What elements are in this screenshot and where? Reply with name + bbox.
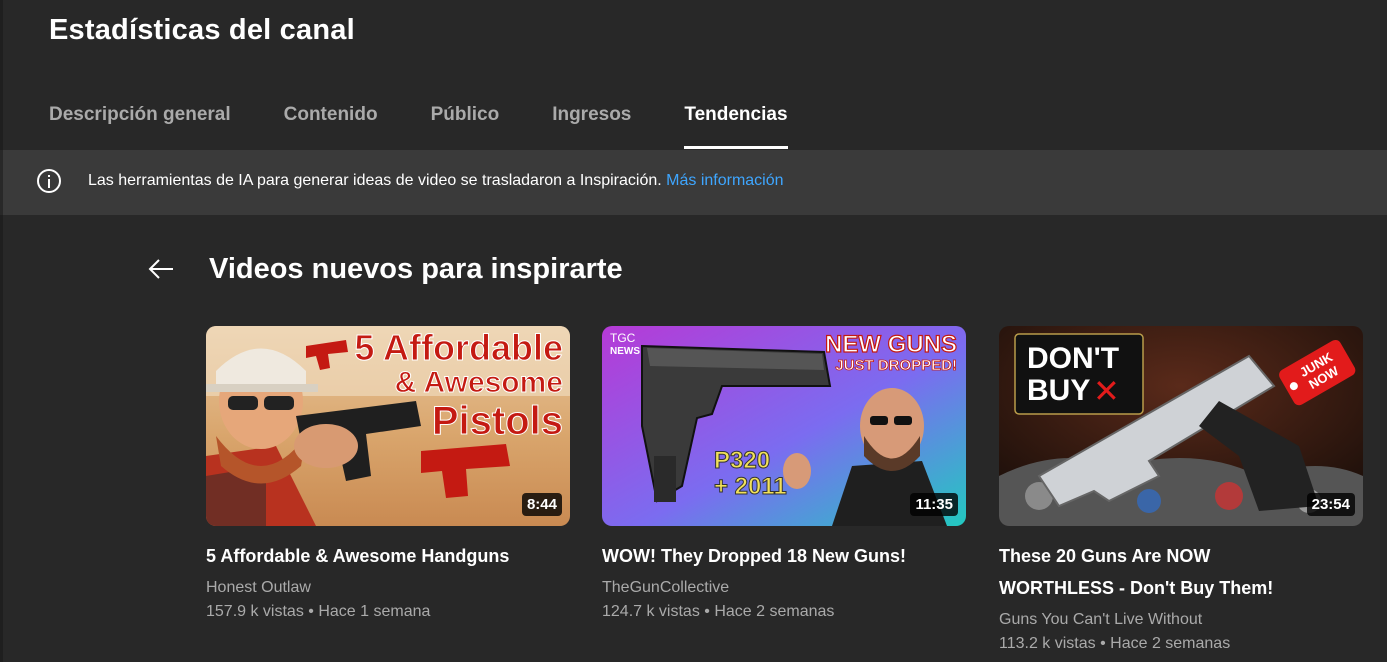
video-meta: 113.2 k vistas • Hace 2 semanas bbox=[999, 635, 1231, 652]
main-content: Videos nuevos para inspirarte 5 Affordab… bbox=[0, 215, 1387, 662]
svg-text:DON'T: DON'T bbox=[1027, 342, 1119, 375]
upload-age: Hace 2 semanas bbox=[714, 603, 835, 620]
svg-text:TGC: TGC bbox=[610, 331, 636, 345]
svg-text:& Awesome: & Awesome bbox=[395, 366, 563, 399]
svg-text:+ 2011: + 2011 bbox=[714, 473, 787, 500]
svg-text:BUY: BUY bbox=[1027, 374, 1090, 407]
video-card[interactable]: DON'T BUY ✕ JUNK NOW 23:54 These 20 Guns… bbox=[999, 326, 1363, 656]
upload-age: Hace 1 semana bbox=[318, 603, 431, 620]
banner-text: Las herramientas de IA para generar idea… bbox=[88, 172, 662, 189]
tab-bar: Descripción general Contenido Público In… bbox=[49, 104, 841, 150]
video-card[interactable]: 5 Affordable & Awesome Pistols 8:44 5 Af… bbox=[206, 326, 570, 624]
channel-name[interactable]: Honest Outlaw bbox=[206, 576, 570, 600]
video-title[interactable]: These 20 Guns Are NOW WORTHLESS - Don't … bbox=[999, 540, 1363, 604]
arrow-left-icon[interactable] bbox=[145, 257, 177, 281]
view-count: 113.2 k vistas bbox=[999, 635, 1096, 652]
svg-text:5 Affordable: 5 Affordable bbox=[354, 327, 563, 368]
video-title-line: These 20 Guns Are NOW bbox=[999, 546, 1211, 566]
tab-publico[interactable]: Público bbox=[431, 104, 500, 150]
info-banner: Las herramientas de IA para generar idea… bbox=[3, 150, 1387, 215]
banner-message: Las herramientas de IA para generar idea… bbox=[88, 172, 784, 190]
section-title: Videos nuevos para inspirarte bbox=[209, 253, 623, 285]
svg-text:NEWS: NEWS bbox=[610, 346, 640, 357]
video-title-line: WORTHLESS - Don't Buy Them! bbox=[999, 578, 1274, 598]
svg-text:JUST DROPPED!: JUST DROPPED! bbox=[835, 357, 957, 374]
svg-text:✕: ✕ bbox=[1093, 372, 1120, 410]
tab-tendencias[interactable]: Tendencias bbox=[684, 104, 788, 150]
tab-contenido[interactable]: Contenido bbox=[284, 104, 378, 150]
view-count: 157.9 k vistas bbox=[206, 603, 304, 620]
svg-text:P320: P320 bbox=[714, 447, 770, 474]
thumbnail-image: 5 Affordable & Awesome Pistols bbox=[206, 326, 570, 526]
video-thumbnail[interactable]: DON'T BUY ✕ JUNK NOW 23:54 bbox=[999, 326, 1363, 526]
tab-ingresos[interactable]: Ingresos bbox=[552, 104, 631, 150]
video-title[interactable]: 5 Affordable & Awesome Handguns bbox=[206, 540, 570, 572]
video-duration: 23:54 bbox=[1306, 493, 1355, 516]
channel-name[interactable]: TheGunCollective bbox=[602, 576, 966, 600]
video-thumbnail[interactable]: TGC NEWS NEW GUNS JUST DROPPED! P320 + 2… bbox=[602, 326, 966, 526]
video-title[interactable]: WOW! They Dropped 18 New Guns! bbox=[602, 540, 966, 572]
video-duration: 8:44 bbox=[521, 493, 562, 516]
svg-text:Pistols: Pistols bbox=[432, 399, 563, 443]
upload-age: Hace 2 semanas bbox=[1110, 635, 1231, 652]
video-meta: 157.9 k vistas • Hace 1 semana bbox=[206, 603, 431, 620]
video-card[interactable]: TGC NEWS NEW GUNS JUST DROPPED! P320 + 2… bbox=[602, 326, 966, 624]
page-title: Estadísticas del canal bbox=[49, 14, 355, 46]
info-icon bbox=[37, 169, 61, 193]
video-meta: 124.7 k vistas • Hace 2 semanas bbox=[602, 603, 835, 620]
channel-name[interactable]: Guns You Can't Live Without bbox=[999, 608, 1363, 632]
video-thumbnail[interactable]: 5 Affordable & Awesome Pistols 8:44 bbox=[206, 326, 570, 526]
page-header: Estadísticas del canal Descripción gener… bbox=[0, 0, 1387, 150]
learn-more-link[interactable]: Más información bbox=[666, 172, 783, 189]
tab-descripcion-general[interactable]: Descripción general bbox=[49, 104, 231, 150]
video-duration: 11:35 bbox=[910, 493, 958, 516]
svg-text:NEW GUNS: NEW GUNS bbox=[825, 331, 957, 358]
view-count: 124.7 k vistas bbox=[602, 603, 700, 620]
